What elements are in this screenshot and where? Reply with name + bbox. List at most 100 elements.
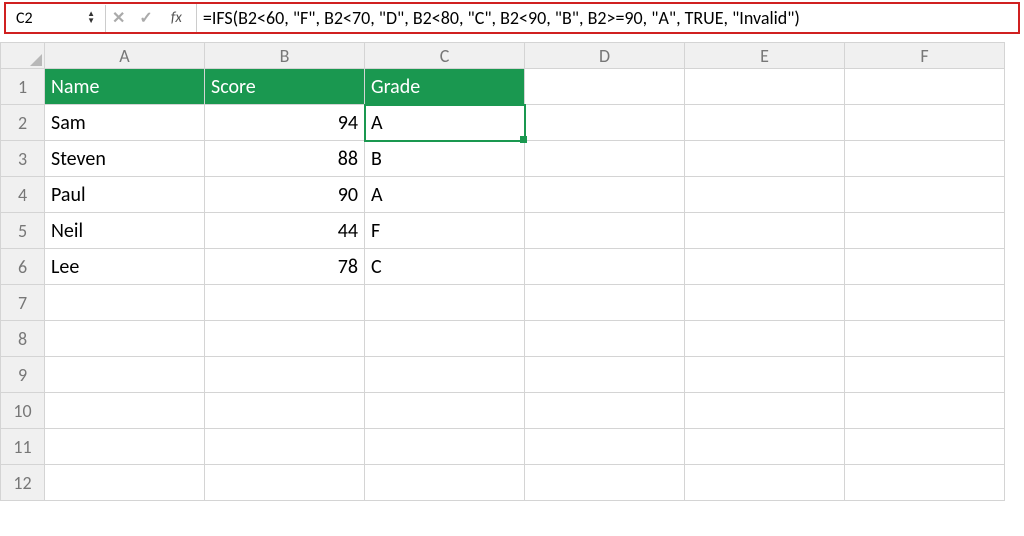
cell-A1[interactable]: Name [45, 69, 205, 105]
cell-B11[interactable] [205, 429, 365, 465]
cell-A10[interactable] [45, 393, 205, 429]
cell-E8[interactable] [685, 321, 845, 357]
cell-A9[interactable] [45, 357, 205, 393]
cell-F11[interactable] [845, 429, 1005, 465]
spinner-down-icon[interactable]: ▼ [87, 18, 95, 25]
cell-C4[interactable]: A [365, 177, 525, 213]
cell-C10[interactable] [365, 393, 525, 429]
cell-A3[interactable]: Steven [45, 141, 205, 177]
row-header-9[interactable]: 9 [1, 357, 45, 393]
cell-A11[interactable] [45, 429, 205, 465]
cell-F7[interactable] [845, 285, 1005, 321]
row-header-8[interactable]: 8 [1, 321, 45, 357]
col-header-A[interactable]: A [45, 43, 205, 69]
row-header-2[interactable]: 2 [1, 105, 45, 141]
cell-A12[interactable] [45, 465, 205, 501]
cell-F2[interactable] [845, 105, 1005, 141]
cell-F12[interactable] [845, 465, 1005, 501]
cell-C11[interactable] [365, 429, 525, 465]
cell-C5[interactable]: F [365, 213, 525, 249]
cell-C2[interactable]: A [365, 105, 525, 141]
cell-D11[interactable] [525, 429, 685, 465]
cell-A6[interactable]: Lee [45, 249, 205, 285]
cell-E5[interactable] [685, 213, 845, 249]
cell-B1[interactable]: Score [205, 69, 365, 105]
col-header-C[interactable]: C [365, 43, 525, 69]
select-all-corner[interactable] [1, 43, 45, 69]
cell-D6[interactable] [525, 249, 685, 285]
name-box[interactable]: C2 ▲ ▼ [6, 5, 106, 32]
row-header-11[interactable]: 11 [1, 429, 45, 465]
row-header-6[interactable]: 6 [1, 249, 45, 285]
cell-B7[interactable] [205, 285, 365, 321]
cell-B5[interactable]: 44 [205, 213, 365, 249]
cell-C12[interactable] [365, 465, 525, 501]
cell-B6[interactable]: 78 [205, 249, 365, 285]
cancel-icon[interactable]: ✕ [112, 8, 125, 28]
cell-E11[interactable] [685, 429, 845, 465]
row-header-12[interactable]: 12 [1, 465, 45, 501]
cell-D2[interactable] [525, 105, 685, 141]
row-header-4[interactable]: 4 [1, 177, 45, 213]
cell-E4[interactable] [685, 177, 845, 213]
table-row: 11 [1, 429, 1005, 465]
cell-E9[interactable] [685, 357, 845, 393]
cell-E6[interactable] [685, 249, 845, 285]
cell-C1[interactable]: Grade [365, 69, 525, 105]
row-header-7[interactable]: 7 [1, 285, 45, 321]
cell-D12[interactable] [525, 465, 685, 501]
confirm-icon[interactable]: ✓ [139, 8, 152, 28]
row-header-5[interactable]: 5 [1, 213, 45, 249]
cell-B4[interactable]: 90 [205, 177, 365, 213]
cell-A4[interactable]: Paul [45, 177, 205, 213]
cell-C7[interactable] [365, 285, 525, 321]
cell-D5[interactable] [525, 213, 685, 249]
cell-E12[interactable] [685, 465, 845, 501]
name-box-spinner[interactable]: ▲ ▼ [87, 11, 95, 25]
col-header-F[interactable]: F [845, 43, 1005, 69]
cell-E1[interactable] [685, 69, 845, 105]
cell-F1[interactable] [845, 69, 1005, 105]
cell-B9[interactable] [205, 357, 365, 393]
cell-A2[interactable]: Sam [45, 105, 205, 141]
row-header-1[interactable]: 1 [1, 69, 45, 105]
cell-B2[interactable]: 94 [205, 105, 365, 141]
cell-D7[interactable] [525, 285, 685, 321]
cell-A7[interactable] [45, 285, 205, 321]
fx-label[interactable]: fx [167, 9, 190, 27]
row-header-10[interactable]: 10 [1, 393, 45, 429]
col-header-B[interactable]: B [205, 43, 365, 69]
cell-E3[interactable] [685, 141, 845, 177]
cell-D9[interactable] [525, 357, 685, 393]
cell-C6[interactable]: C [365, 249, 525, 285]
cell-A8[interactable] [45, 321, 205, 357]
cell-B12[interactable] [205, 465, 365, 501]
cell-F4[interactable] [845, 177, 1005, 213]
cell-D10[interactable] [525, 393, 685, 429]
cell-C8[interactable] [365, 321, 525, 357]
cell-F3[interactable] [845, 141, 1005, 177]
cell-D1[interactable] [525, 69, 685, 105]
row-header-3[interactable]: 3 [1, 141, 45, 177]
cell-D8[interactable] [525, 321, 685, 357]
col-header-D[interactable]: D [525, 43, 685, 69]
cell-F8[interactable] [845, 321, 1005, 357]
cell-B3[interactable]: 88 [205, 141, 365, 177]
cell-A5[interactable]: Neil [45, 213, 205, 249]
cell-F10[interactable] [845, 393, 1005, 429]
col-header-E[interactable]: E [685, 43, 845, 69]
cell-E7[interactable] [685, 285, 845, 321]
cell-E2[interactable] [685, 105, 845, 141]
cell-B10[interactable] [205, 393, 365, 429]
cell-B8[interactable] [205, 321, 365, 357]
formula-input[interactable]: =IFS(B2<60, "F", B2<70, "D", B2<80, "C",… [196, 4, 1018, 32]
cell-F5[interactable] [845, 213, 1005, 249]
cell-C9[interactable] [365, 357, 525, 393]
cell-D4[interactable] [525, 177, 685, 213]
cell-C3[interactable]: B [365, 141, 525, 177]
cell-E10[interactable] [685, 393, 845, 429]
cell-F6[interactable] [845, 249, 1005, 285]
cell-D3[interactable] [525, 141, 685, 177]
spreadsheet-grid[interactable]: A B C D E F 1 Name Score Grade 2 Sam 94 [0, 42, 1005, 501]
cell-F9[interactable] [845, 357, 1005, 393]
